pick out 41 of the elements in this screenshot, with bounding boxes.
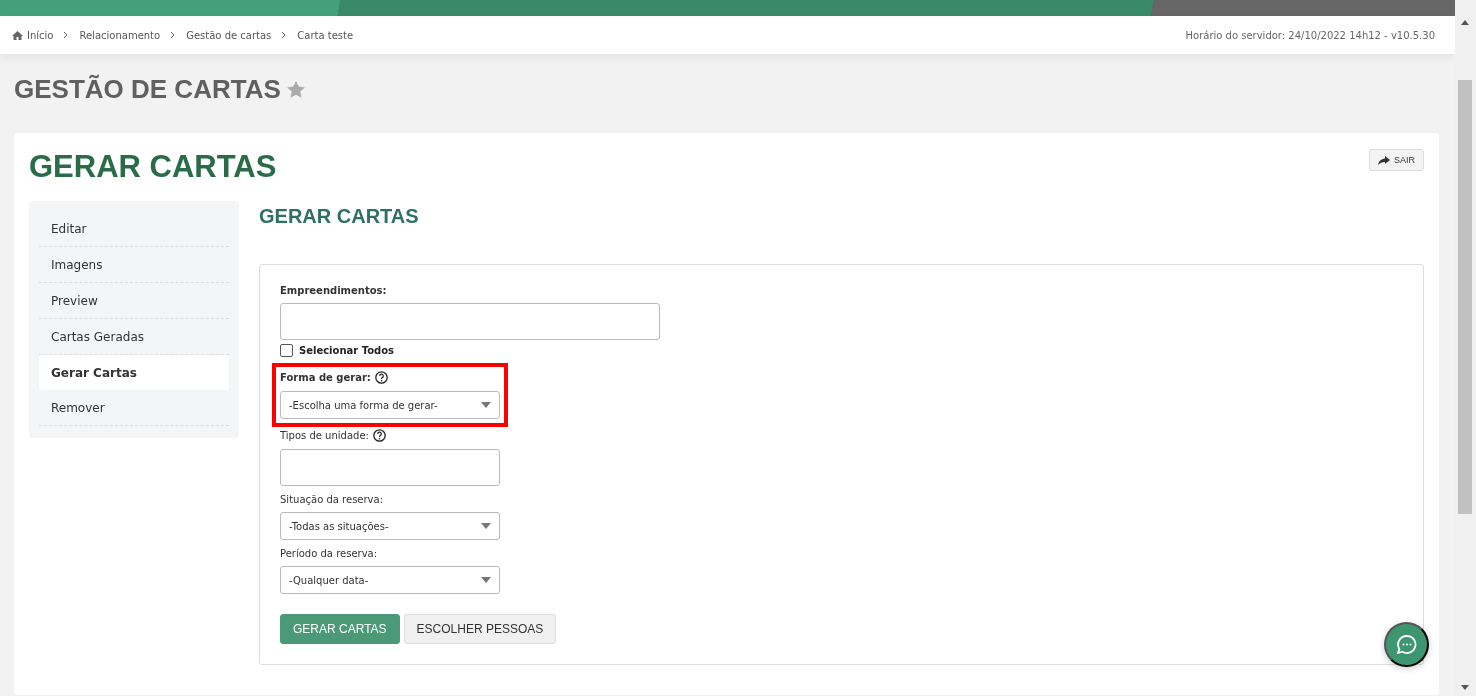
chevron-icon — [281, 31, 288, 39]
dropdown-caret-icon — [481, 523, 491, 529]
dropdown-caret-icon — [481, 402, 491, 408]
chevron-icon — [170, 31, 177, 39]
sidebar-item[interactable]: Imagens — [39, 247, 229, 283]
dropdown-field[interactable]: -Todas as situações- — [280, 512, 500, 540]
checkbox-label: Selecionar Todos — [299, 345, 395, 356]
sidebar-item[interactable]: Remover — [39, 390, 229, 426]
scroll-down-icon[interactable] — [1461, 685, 1469, 690]
sidebar-item[interactable]: Editar — [39, 211, 229, 247]
dropdown-caret-icon — [481, 577, 491, 583]
input-field[interactable] — [280, 449, 500, 486]
dropdown-field[interactable]: -Escolha uma forma de gerar- — [280, 391, 500, 419]
server-info: Horário do servidor: 24/10/2022 14h12 - v10.5.30 — [1185, 29, 1435, 41]
section-title: GERAR CARTAS — [259, 205, 420, 228]
chevron-icon — [63, 31, 70, 39]
checkbox[interactable] — [280, 344, 293, 357]
home-icon — [12, 30, 23, 40]
breadcrumb-link[interactable]: Início — [12, 29, 54, 41]
help-icon[interactable] — [372, 429, 386, 442]
field-label: Situação da reserva: — [280, 494, 384, 505]
help-icon[interactable] — [374, 371, 388, 384]
scroll-up-icon[interactable] — [1461, 20, 1469, 25]
share-arrow-icon — [1378, 155, 1390, 165]
breadcrumb-link[interactable]: Relacionamento — [79, 29, 161, 41]
field-label: Forma de gerar: — [280, 372, 371, 383]
field-label: Tipos de unidade: — [280, 430, 369, 441]
field-label: Período da reserva: — [280, 548, 378, 559]
star-icon[interactable] — [286, 81, 305, 98]
card-title: GERAR CARTAS — [29, 149, 277, 185]
breadcrumb-link[interactable]: Gestão de cartas — [186, 29, 272, 41]
sidebar-item[interactable]: Gerar Cartas — [39, 355, 229, 390]
page-title: GESTÃO DE CARTAS — [14, 74, 281, 105]
breadcrumb-link[interactable]: Carta teste — [297, 29, 354, 41]
chat-bubble-icon — [1395, 633, 1418, 656]
action-button[interactable]: ESCOLHER PESSOAS — [403, 614, 557, 644]
exit-button[interactable]: SAIR — [1369, 149, 1424, 171]
dropdown-field[interactable]: -Qualquer data- — [280, 566, 500, 594]
field-label: Empreendimentos: — [280, 285, 387, 296]
input-field[interactable] — [280, 303, 660, 340]
sidebar-item[interactable]: Preview — [39, 283, 229, 319]
